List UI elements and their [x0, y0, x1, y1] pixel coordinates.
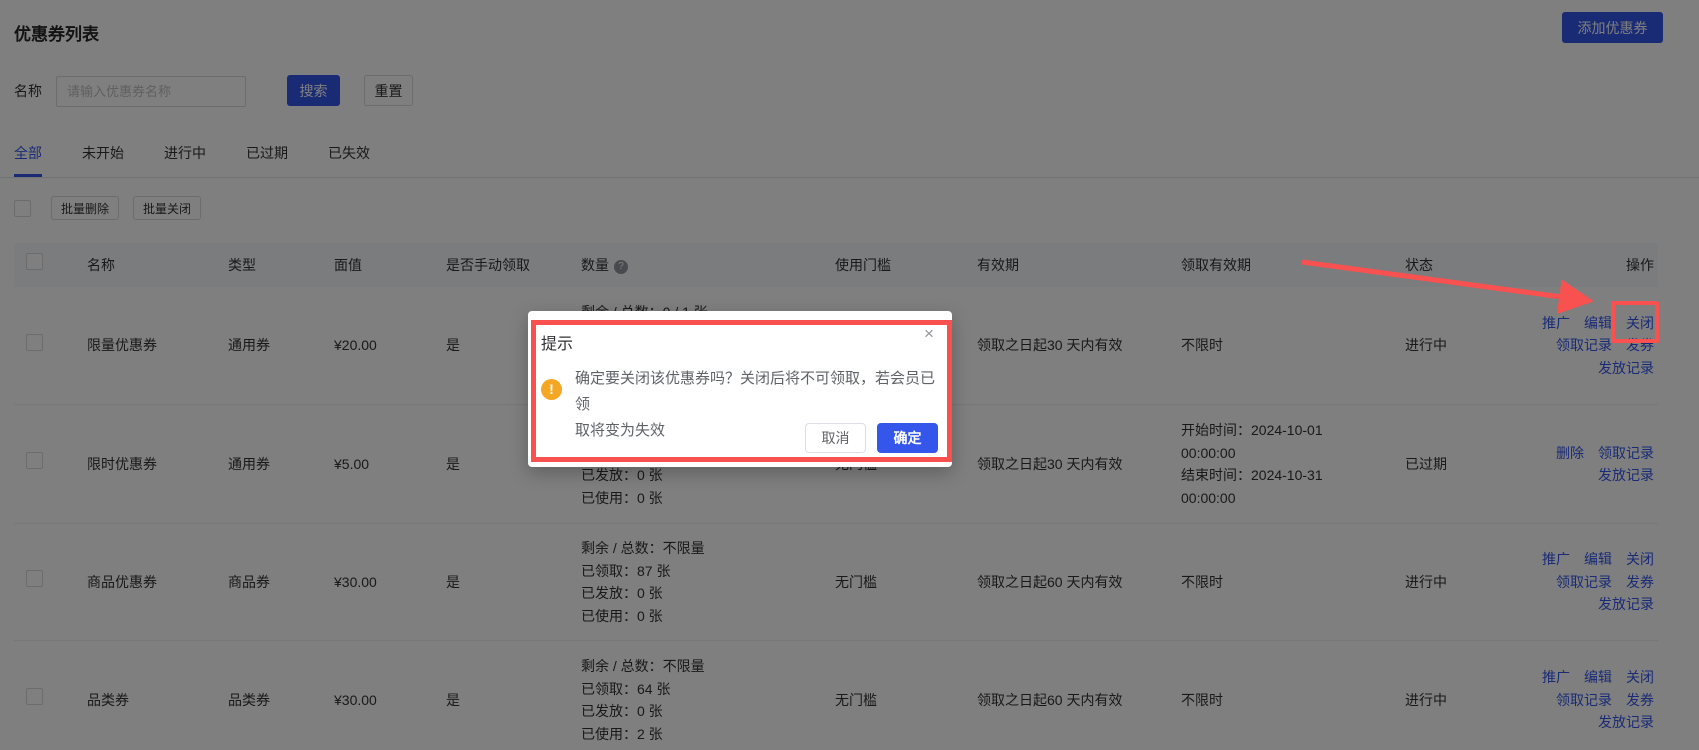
- cancel-button[interactable]: 取消: [805, 423, 866, 453]
- close-icon[interactable]: ×: [919, 324, 939, 344]
- confirm-button[interactable]: 确定: [877, 423, 938, 453]
- dialog-title: 提示: [541, 336, 574, 353]
- confirm-close-dialog: 提示 × ! 确定要关闭该优惠券吗？关闭后将不可领取，若会员已领 取将变为失效 取…: [528, 311, 952, 467]
- warning-icon: !: [541, 379, 562, 400]
- coupon-list-page: 优惠券列表 添加优惠券 名称 搜索 重置 全部未开始进行中已过期已失效 批量删除…: [0, 0, 1699, 750]
